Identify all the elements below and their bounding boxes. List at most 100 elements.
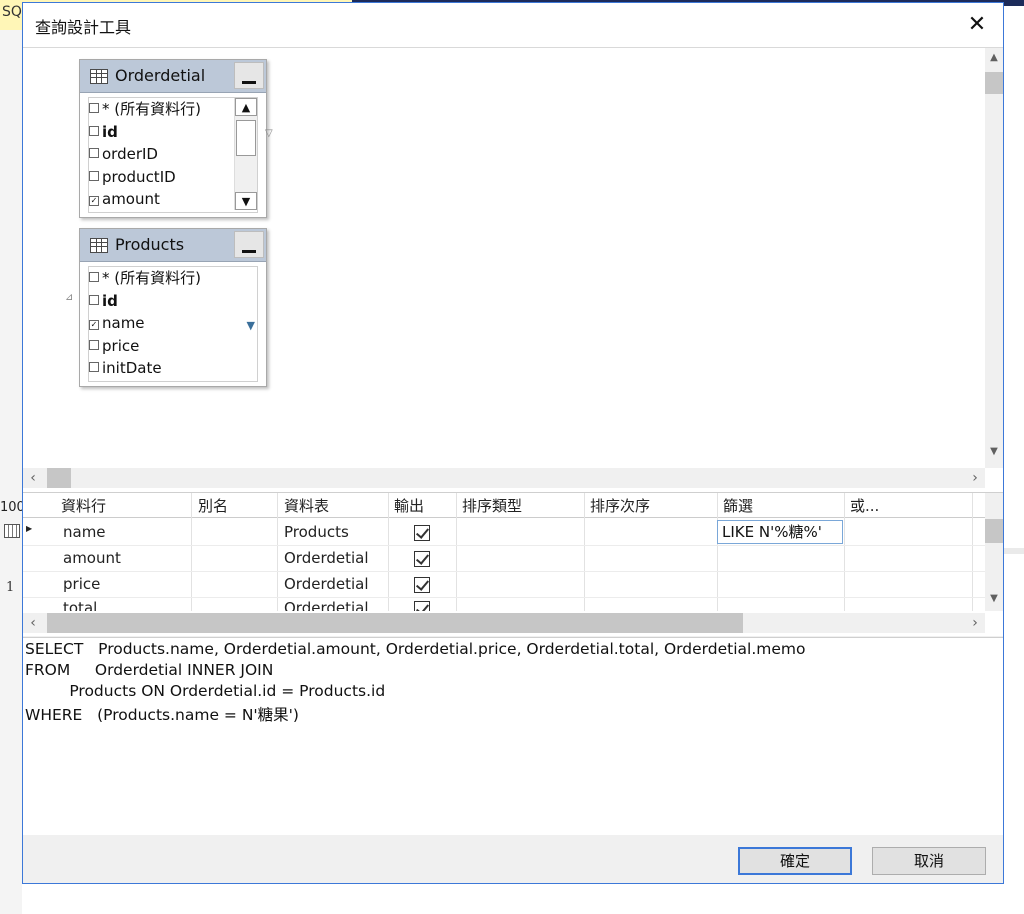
scroll-left-icon[interactable]: ‹ (23, 468, 43, 488)
column-item[interactable]: id (89, 121, 257, 144)
header-sort-order[interactable]: 排序次序 (590, 495, 650, 516)
background-grid-icon (4, 524, 20, 538)
query-designer-dialog: 查詢設計工具 ✕ Orderdetial * (所有資料行) id orderI… (22, 2, 1004, 884)
column-item[interactable]: orderID (89, 143, 257, 166)
table-grid-icon (90, 69, 108, 84)
checkbox[interactable] (89, 125, 99, 136)
checkbox[interactable] (89, 362, 99, 372)
checkbox-checked[interactable]: ✓ (89, 320, 99, 330)
header-output[interactable]: 輸出 (394, 495, 424, 516)
column-item[interactable]: initDate (89, 357, 257, 380)
cell-table[interactable]: Orderdetial (284, 549, 369, 567)
checkbox[interactable] (89, 294, 99, 305)
grid-row-clipped: total Orderdetial (23, 597, 985, 611)
filter-input[interactable]: LIKE N'%糖%' (717, 520, 843, 544)
column-item[interactable]: id (89, 290, 257, 313)
output-checkbox[interactable] (414, 551, 430, 567)
scroll-up-icon[interactable]: ▲ (235, 98, 257, 116)
column-label: orderID (102, 145, 158, 163)
column-label: id (102, 122, 118, 141)
header-table[interactable]: 資料表 (284, 495, 329, 516)
scroll-down-icon[interactable]: ▼ (985, 593, 1003, 604)
diagram-horizontal-scrollbar[interactable]: ‹ › (23, 468, 985, 488)
column-list-scrollbar[interactable]: ▲ ▼ (234, 98, 257, 210)
close-icon[interactable]: ✕ (961, 9, 993, 41)
scroll-up-icon[interactable]: ▲ (985, 52, 1003, 63)
cell-table[interactable]: Orderdetial (284, 575, 369, 593)
header-alias[interactable]: 別名 (198, 495, 228, 516)
column-label: name (102, 314, 145, 332)
cell-column[interactable]: price (63, 575, 100, 593)
column-item[interactable]: price (89, 335, 257, 358)
column-item[interactable]: ✓ amount (89, 188, 257, 211)
grid-horizontal-scrollbar[interactable]: ‹ › (23, 613, 985, 633)
sql-line[interactable]: FROM Orderdetial INNER JOIN (25, 661, 273, 679)
sql-line[interactable]: WHERE (Products.name = N'糖果') (25, 703, 299, 725)
table-header[interactable]: Products (80, 229, 266, 262)
background-divider (1004, 548, 1024, 554)
scroll-right-icon[interactable]: › (965, 613, 985, 633)
dialog-title: 查詢設計工具 (35, 18, 132, 37)
column-label: * (所有資料行) (102, 269, 201, 287)
sql-line[interactable]: Products ON Orderdetial.id = Products.id (25, 682, 385, 700)
criteria-grid[interactable]: 資料行 別名 資料表 輸出 排序類型 排序次序 篩選 或... ▶ name P… (23, 492, 1003, 636)
column-label: id (102, 291, 118, 310)
scroll-thumb[interactable] (985, 519, 1003, 543)
sql-line[interactable]: SELECT Products.name, Orderdetial.amount… (25, 640, 805, 658)
cell-table[interactable]: Orderdetial (284, 599, 369, 611)
scroll-thumb[interactable] (236, 120, 256, 156)
diagram-pane[interactable]: Orderdetial * (所有資料行) id orderID product… (23, 48, 1003, 492)
scroll-down-icon[interactable]: ▼ (235, 192, 257, 210)
scroll-thumb[interactable] (47, 613, 743, 633)
sql-pane[interactable]: SELECT Products.name, Orderdetial.amount… (23, 637, 1003, 836)
column-list: * (所有資料行) id ✓ name ▼ price initDate (88, 266, 258, 382)
scroll-thumb[interactable] (985, 72, 1003, 94)
scroll-right-icon[interactable]: › (965, 468, 985, 488)
header-filter[interactable]: 篩選 (723, 495, 753, 516)
cancel-button[interactable]: 取消 (872, 847, 986, 875)
minimize-button[interactable] (234, 62, 264, 89)
minimize-button[interactable] (234, 231, 264, 258)
output-checkbox[interactable] (414, 601, 430, 611)
column-label: amount (102, 190, 160, 208)
scroll-thumb[interactable] (47, 468, 71, 488)
cell-column[interactable]: total (63, 599, 97, 611)
dialog-footer: 確定 取消 (23, 835, 1003, 883)
checkbox[interactable] (89, 272, 99, 282)
dialog-titlebar: 查詢設計工具 ✕ (23, 3, 1003, 48)
ok-button[interactable]: 確定 (738, 847, 852, 875)
cell-table[interactable]: Products (284, 523, 349, 541)
column-item[interactable]: productID (89, 166, 257, 189)
header-sort-type[interactable]: 排序類型 (462, 495, 522, 516)
grid-vertical-scrollbar[interactable]: ▼ (985, 493, 1003, 611)
column-item[interactable]: * (所有資料行) (89, 267, 257, 290)
scroll-left-icon[interactable]: ‹ (23, 613, 43, 633)
table-name: Orderdetial (115, 66, 206, 85)
background-editor-gutter (0, 30, 22, 914)
column-item[interactable]: * (所有資料行) (89, 98, 257, 121)
diagram-vertical-scrollbar[interactable]: ▲ ▼ (985, 48, 1003, 468)
header-column[interactable]: 資料行 (61, 495, 106, 516)
cell-column[interactable]: name (63, 523, 106, 541)
output-checkbox[interactable] (414, 577, 430, 593)
checkbox[interactable] (89, 148, 99, 158)
column-list: * (所有資料行) id orderID productID ✓ amount ▲… (88, 97, 258, 213)
column-label: initDate (102, 359, 162, 377)
checkbox-checked[interactable]: ✓ (89, 196, 99, 206)
cell-column[interactable]: amount (63, 549, 121, 567)
scroll-down-icon[interactable]: ▼ (985, 446, 1003, 457)
output-checkbox[interactable] (414, 525, 430, 541)
background-line-number: 1 (6, 580, 15, 595)
column-label: price (102, 336, 140, 355)
header-or[interactable]: 或... (850, 495, 879, 516)
table-header[interactable]: Orderdetial (80, 60, 266, 93)
checkbox[interactable] (89, 103, 99, 113)
table-products[interactable]: Products * (所有資料行) id ✓ name ▼ price initD… (79, 228, 267, 387)
column-label: productID (102, 167, 176, 186)
column-item[interactable]: ✓ name ▼ (89, 312, 257, 335)
table-name: Products (115, 235, 185, 254)
checkbox[interactable] (89, 170, 99, 181)
checkbox[interactable] (89, 339, 99, 350)
column-label: * (所有資料行) (102, 100, 201, 118)
table-orderdetial[interactable]: Orderdetial * (所有資料行) id orderID product… (79, 59, 267, 218)
